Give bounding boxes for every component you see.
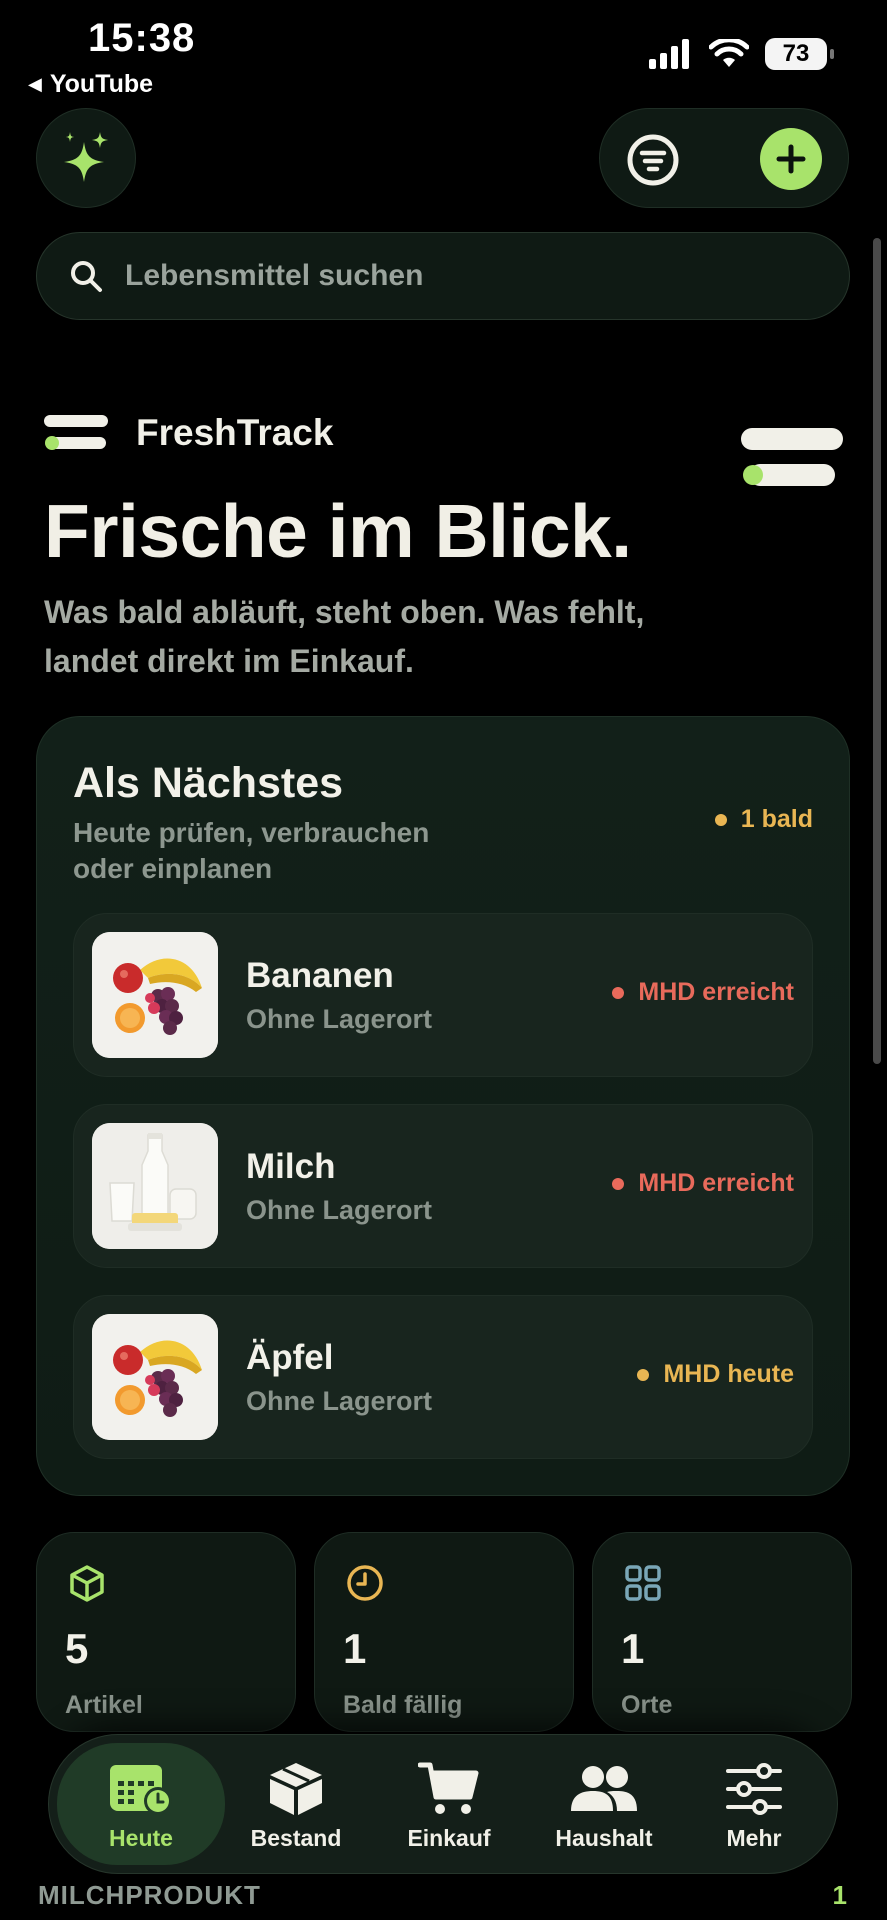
status-dot-icon [612, 1177, 625, 1190]
hero-title: Frische im Blick. [44, 489, 632, 573]
item-location: Ohne Lagerort [246, 1004, 433, 1034]
soon-badge: 1 bald [714, 805, 813, 834]
brand-name: FreshTrack [136, 412, 334, 453]
tab-label: Mehr [726, 1825, 782, 1851]
tab-haushalt[interactable]: Haushalt [529, 1743, 679, 1865]
status-dot-icon [637, 1368, 650, 1381]
dairy-image [92, 1123, 218, 1249]
sliders-icon [726, 1763, 782, 1815]
stat-card-locations[interactable]: 1 Orte [592, 1532, 852, 1732]
tab-bestand[interactable]: Bestand [231, 1743, 361, 1865]
tab-bar: Heute Bestand Einkauf Haushalt Mehr [48, 1734, 838, 1874]
tab-mehr[interactable]: Mehr [689, 1743, 819, 1865]
cellular-signal-icon [649, 39, 689, 69]
expiry-status: MHD erreicht [612, 1169, 794, 1198]
item-location: Ohne Lagerort [246, 1195, 433, 1225]
add-item-button[interactable] [760, 128, 822, 190]
battery-indicator: 73 [765, 38, 834, 70]
list-item[interactable]: Äpfel Ohne Lagerort MHD heute [73, 1295, 813, 1459]
item-name: Äpfel [246, 1338, 334, 1377]
fruit-bowl-image [92, 1314, 218, 1440]
next-up-title: Als Nächstes [73, 759, 344, 807]
top-action-group [599, 108, 849, 208]
section-header-peek: MILCHPRODUKT [38, 1880, 261, 1910]
hero-logo-icon [741, 428, 843, 495]
stat-value: 5 [65, 1625, 89, 1672]
stat-label: Bald fällig [343, 1691, 463, 1719]
search-placeholder: Lebensmittel suchen [125, 259, 424, 292]
list-item[interactable]: Milch Ohne Lagerort MHD erreicht [73, 1104, 813, 1268]
item-location: Ohne Lagerort [246, 1386, 433, 1416]
stat-card-articles[interactable]: 5 Artikel [36, 1532, 296, 1732]
search-icon [71, 261, 102, 292]
scrollbar[interactable] [873, 238, 881, 1064]
expiry-status: MHD heute [637, 1360, 794, 1389]
filter-icon [627, 134, 679, 186]
wifi-icon [709, 39, 749, 67]
search-input[interactable]: Lebensmittel suchen [36, 232, 850, 320]
expiry-status: MHD erreicht [612, 978, 794, 1007]
soon-badge-label: 1 bald [740, 805, 813, 833]
stat-label: Orte [621, 1691, 673, 1719]
fruit-bowl-image [92, 932, 218, 1058]
grid-icon [625, 1565, 661, 1601]
status-indicators: 73 [649, 38, 834, 70]
next-up-card: Als Nächstes Heute prüfen, verbrauchen o… [36, 716, 850, 1496]
people-icon [571, 1766, 637, 1811]
clock-icon [347, 1565, 383, 1601]
back-app-label: YouTube [49, 70, 154, 98]
back-triangle-icon: ◀ [28, 74, 42, 94]
tab-label: Haushalt [555, 1825, 653, 1851]
hero-subtitle: Was bald abläuft, steht oben. Was fehlt,… [44, 594, 645, 679]
sparkle-icon [64, 132, 108, 182]
tab-einkauf[interactable]: Einkauf [379, 1743, 519, 1865]
stat-label: Artikel [65, 1691, 143, 1719]
soon-dot-icon [714, 813, 727, 826]
filter-button[interactable] [626, 133, 680, 187]
list-item[interactable]: Bananen Ohne Lagerort MHD erreicht [73, 913, 813, 1077]
cart-icon [418, 1762, 479, 1814]
status-dot-icon [612, 986, 625, 999]
item-name: Bananen [246, 956, 394, 995]
stat-value: 1 [343, 1625, 367, 1672]
box-icon [270, 1763, 322, 1815]
back-to-app-link[interactable]: ◀ YouTube [28, 70, 153, 99]
section-count-peek: 1 [832, 1880, 847, 1910]
calendar-icon [110, 1765, 172, 1815]
tab-heute[interactable]: Heute [57, 1743, 225, 1865]
stat-value: 1 [621, 1625, 645, 1672]
expiry-status-label: MHD erreicht [638, 1169, 794, 1197]
tab-label: Heute [109, 1825, 173, 1851]
ai-assistant-button[interactable] [36, 108, 136, 208]
tab-label: Bestand [250, 1825, 342, 1851]
freshtrack-logo-icon [44, 415, 108, 450]
tab-label: Einkauf [407, 1825, 491, 1851]
status-time: 15:38 [88, 16, 196, 60]
expiry-status-label: MHD heute [663, 1360, 794, 1388]
plus-icon [776, 144, 806, 174]
next-up-subtitle: Heute prüfen, verbrauchen oder einplanen [73, 817, 430, 884]
cube-icon [70, 1565, 104, 1602]
expiry-status-label: MHD erreicht [638, 978, 794, 1006]
item-name: Milch [246, 1147, 336, 1186]
brand-row: FreshTrack [44, 412, 333, 454]
stat-card-due-soon[interactable]: 1 Bald fällig [314, 1532, 574, 1732]
